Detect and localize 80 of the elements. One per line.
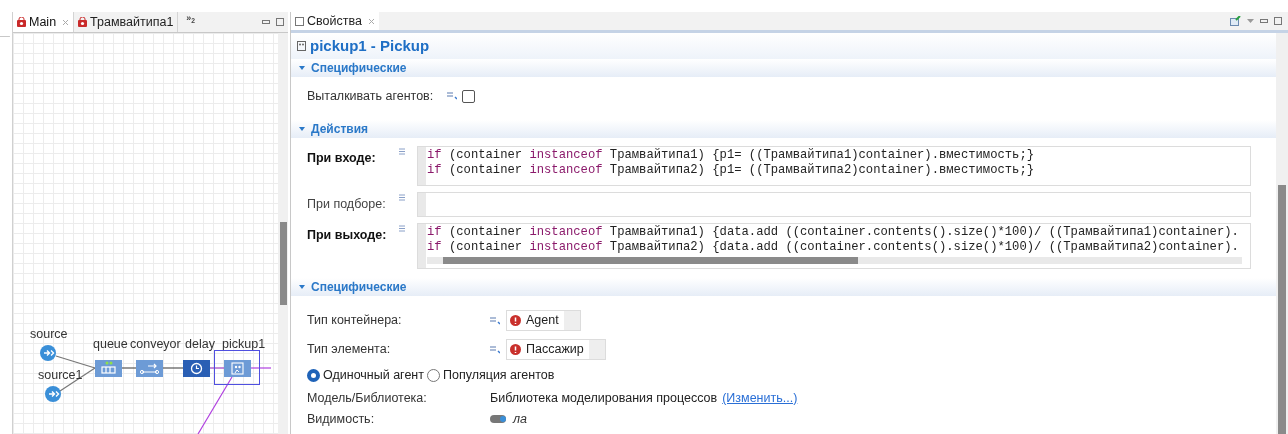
connector-line [121,367,137,369]
code-field-icon [399,148,405,155]
node-label: queue [93,336,128,353]
minimize-icon[interactable] [1260,19,1268,23]
caret-icon[interactable] [299,65,305,71]
checkbox[interactable] [462,89,475,103]
radio-option[interactable]: Одиночный агент [307,366,424,385]
close-icon[interactable] [62,18,70,26]
static-value-icon[interactable] [447,92,457,100]
field-label: Тип контейнера: [307,312,403,330]
field-label: Модель/Библиотека: [307,389,428,407]
horizontal-scrollbar[interactable] [427,257,1242,264]
caret-icon[interactable] [299,126,305,132]
toggle-value: ла [513,410,527,428]
section-header[interactable]: Специфические [291,59,1276,77]
change-link[interactable]: (Изменить...) [722,388,798,408]
section-header[interactable]: Специфические [291,278,1276,296]
code-line: if (container instanceof Трамвайтипа1) {data.add ((container.contents().size()*100)/ ((Трамвайтипа1)container). [427,225,1240,240]
field-label: Видимость: [307,410,376,428]
model-canvas[interactable]: source source1 queue conveyor delay pickup1 [13,33,278,434]
editor-gutter [418,193,426,216]
field-label: При входе: [307,150,377,167]
error-icon [510,344,521,355]
code-editor[interactable] [417,223,1251,269]
connector-line [162,367,184,369]
library-name: Библиотека моделирования процессов [490,389,718,407]
radio-icon[interactable] [307,369,320,382]
connector-line [209,367,225,369]
code-field-icon [399,225,405,232]
maximize-icon[interactable] [276,18,284,26]
window-icon [295,16,304,26]
pickup-block-icon [297,41,306,51]
queue-node-icon[interactable] [95,360,122,377]
vertical-scrollbar[interactable] [1276,33,1288,434]
pin-icon[interactable] [1230,16,1241,26]
code-line: if (container instanceof Трамвайтипа2) {p1= ((Трамвайтипа2)container).вместимость;} [427,163,1035,178]
source-node-icon[interactable] [45,386,61,402]
properties-tab[interactable]: Свойства [291,12,379,30]
node-label: pickup1 [222,336,266,353]
code-line: if (container instanceof Трамвайтипа2) {data.add ((container.contents().size()*100)/ ((Трамвайтипа2)container). [427,240,1240,255]
field-label: При выходе: [307,227,388,244]
type-field[interactable]: Agent [506,310,581,331]
source-node-icon[interactable] [40,345,56,361]
editor-gutter [418,147,426,185]
vertical-scrollbar[interactable] [278,33,288,434]
delay-node-icon[interactable] [183,360,210,377]
field-label: При подборе: [307,196,387,213]
close-icon[interactable] [367,17,375,25]
lock-icon [17,17,26,27]
code-editor[interactable]: if (container instanceof Трамвайтипа1) {p1= ((Трамвайтипа1)container).вместимость;} if (container instanceof Трамвайтипа2) {p1= ((Трамвайтипа2)container).вместимость;} [417,146,1251,186]
toggle-switch[interactable] [490,415,506,423]
lock-icon [78,17,88,27]
conveyor-node-icon[interactable] [136,360,163,377]
radio-icon[interactable] [427,369,440,382]
node-label: conveyor [130,336,181,353]
section-header[interactable]: Действия [291,120,1276,138]
static-value-icon[interactable] [490,345,500,354]
type-field[interactable]: Пассажир [506,339,606,360]
properties-title: pickup1 - Pickup [310,35,430,56]
node-label: delay [185,336,215,353]
node-label: source1 [38,367,83,384]
node-label: source [30,326,68,343]
field-label: Тип элемента: [307,341,392,359]
minimize-icon[interactable] [262,20,270,24]
static-value-icon[interactable] [490,316,500,325]
field-label: Выталкивать агентов: [307,87,435,105]
code-field-icon [399,194,405,201]
caret-icon[interactable] [299,284,305,290]
pickup-node-icon[interactable] [224,360,251,377]
connector-line [250,367,271,369]
overflow-tabs-button[interactable]: »$_{2}$ [186,12,196,26]
scrollbar-thumb[interactable] [443,257,858,264]
maximize-icon[interactable] [1274,17,1282,25]
editor-gutter [418,224,426,268]
error-icon [510,315,521,326]
code-line: if (container instanceof Трамвайтипа1) {p1= ((Трамвайтипа1)container).вместимость;} [427,148,1035,163]
radio-option[interactable]: Популяция агентов [427,366,555,385]
view-menu-icon[interactable] [1247,19,1254,23]
connector-line [197,376,233,434]
editor-tab[interactable]: Main [13,12,75,32]
